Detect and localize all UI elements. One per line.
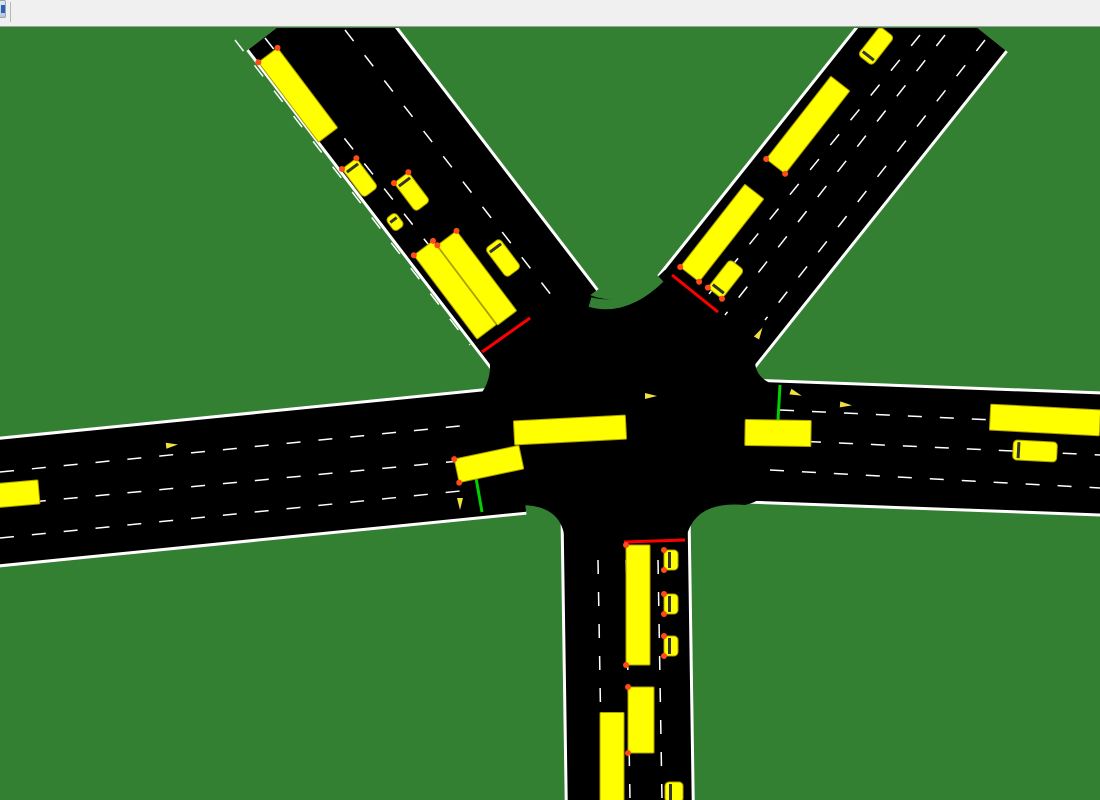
car bbox=[661, 547, 679, 573]
road-network bbox=[0, 28, 1100, 800]
app-icon[interactable] bbox=[0, 0, 6, 18]
car bbox=[664, 781, 684, 800]
intersection-scene bbox=[0, 28, 1100, 800]
bus bbox=[988, 403, 1100, 437]
car bbox=[661, 633, 679, 659]
toolbar-separator bbox=[10, 2, 11, 22]
car bbox=[661, 591, 679, 617]
bus bbox=[0, 479, 41, 509]
bus bbox=[599, 712, 625, 800]
toolbar bbox=[0, 0, 1100, 27]
bus bbox=[744, 418, 812, 448]
bus bbox=[623, 542, 651, 668]
car bbox=[1012, 439, 1058, 463]
bus bbox=[512, 414, 628, 446]
bus bbox=[625, 684, 655, 756]
